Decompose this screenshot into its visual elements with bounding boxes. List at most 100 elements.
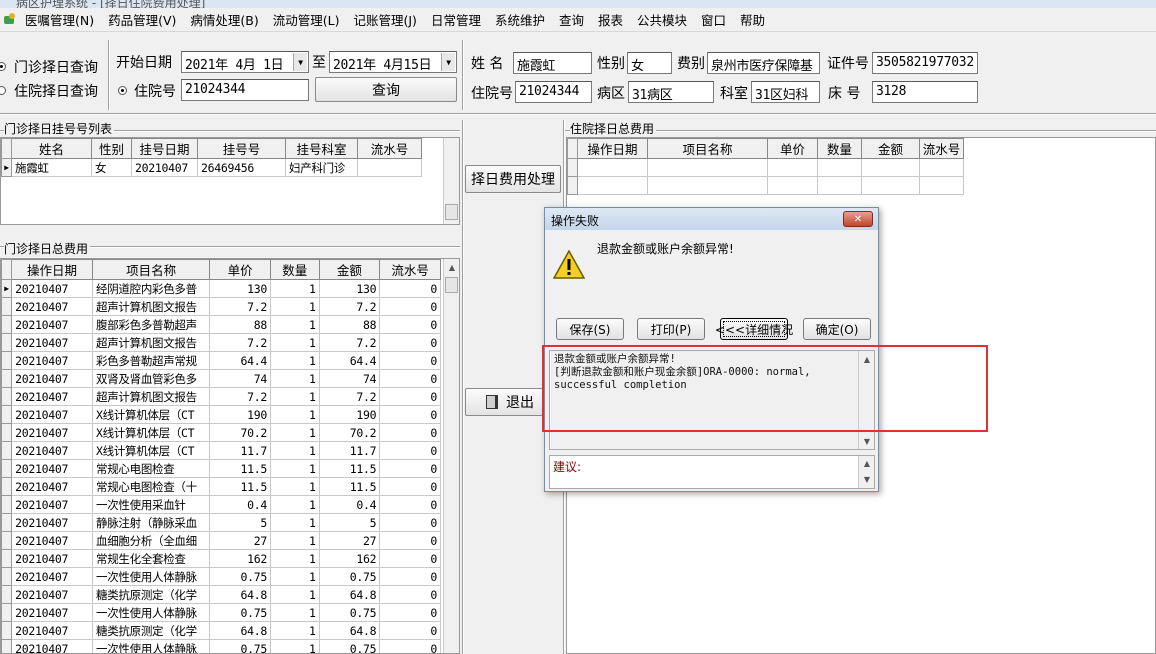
- cell[interactable]: 11.5: [318, 459, 381, 478]
- column-header[interactable]: 单价: [209, 259, 272, 280]
- scroll-up-icon[interactable]: ▲: [859, 456, 874, 470]
- cell[interactable]: 0.75: [318, 567, 381, 586]
- cell[interactable]: 双肾及肾血管彩色多: [92, 369, 211, 388]
- cell[interactable]: 一次性使用人体静脉: [92, 603, 211, 622]
- table-row[interactable]: 20210407 常规心电图检查 11.5 1 11.5 0: [1, 459, 441, 478]
- scroll-thumb[interactable]: [445, 277, 458, 293]
- column-header[interactable]: 操作日期: [577, 138, 648, 159]
- cell[interactable]: 88: [318, 315, 381, 334]
- cell[interactable]: 7.2: [318, 387, 381, 406]
- scroll-thumb[interactable]: [445, 204, 458, 220]
- table-row[interactable]: 20210407 X线计算机体层（CT 70.2 1 70.2 0: [1, 423, 441, 442]
- cell[interactable]: 11.5: [318, 477, 381, 496]
- cell[interactable]: 1: [270, 567, 320, 586]
- cell[interactable]: 64.8: [209, 621, 272, 640]
- inpatient-no-input[interactable]: 21024344: [181, 79, 309, 101]
- cell[interactable]: 1: [270, 351, 320, 370]
- table-row[interactable]: 20210407 常规生化全套检查 162 1 162 0: [1, 549, 441, 568]
- cell[interactable]: 162: [318, 549, 381, 568]
- cell[interactable]: 超声计算机图文报告: [92, 297, 211, 316]
- cell[interactable]: 1: [270, 621, 320, 640]
- menu-billing[interactable]: 记账管理(J): [346, 10, 423, 29]
- table-row[interactable]: ▶ 施霞虹 女 20210407 26469456 妇产科门诊: [1, 158, 422, 177]
- cell[interactable]: 0.75: [318, 639, 381, 653]
- cell[interactable]: 0.4: [209, 495, 272, 514]
- cell[interactable]: 70.2: [318, 423, 381, 442]
- table-row[interactable]: 20210407 一次性使用人体静脉 0.75 1 0.75 0: [1, 567, 441, 586]
- cell[interactable]: 20210407: [11, 423, 94, 442]
- cell[interactable]: 20210407: [11, 549, 94, 568]
- cell[interactable]: 7.2: [209, 387, 272, 406]
- column-header[interactable]: 单价: [767, 138, 818, 159]
- cell[interactable]: 20210407: [11, 297, 94, 316]
- cell[interactable]: 27: [209, 531, 272, 550]
- cell[interactable]: 静脉注射（静脉采血: [92, 513, 211, 532]
- cell[interactable]: 1: [270, 549, 320, 568]
- cell[interactable]: 11.7: [209, 441, 272, 460]
- cell[interactable]: X线计算机体层（CT: [92, 423, 211, 442]
- cell[interactable]: 0: [379, 477, 441, 496]
- cell[interactable]: 1: [270, 333, 320, 352]
- column-header[interactable]: 操作日期: [11, 259, 94, 280]
- cell[interactable]: 0: [379, 423, 441, 442]
- cell[interactable]: 5: [209, 513, 272, 532]
- menu-daily[interactable]: 日常管理: [424, 10, 488, 29]
- menu-window[interactable]: 窗口: [694, 10, 733, 29]
- print-button[interactable]: 打印(P): [637, 318, 705, 340]
- cell[interactable]: 1: [270, 387, 320, 406]
- table-row[interactable]: 20210407 一次性使用人体静脉 0.75 1 0.75 0: [1, 639, 441, 653]
- dialog-title-bar[interactable]: 操作失败: [545, 208, 878, 230]
- scroll-down-icon[interactable]: ▼: [859, 433, 874, 449]
- cell[interactable]: 20210407: [11, 567, 94, 586]
- table-row[interactable]: 20210407 超声计算机图文报告 7.2 1 7.2 0: [1, 387, 441, 406]
- cell[interactable]: 64.8: [209, 585, 272, 604]
- cell[interactable]: 一次性使用人体静脉: [92, 567, 211, 586]
- chevron-down-icon[interactable]: ▼: [293, 53, 307, 71]
- cell[interactable]: 1: [270, 279, 320, 298]
- cell[interactable]: 74: [209, 369, 272, 388]
- cell[interactable]: 女: [91, 158, 132, 177]
- column-header[interactable]: 流水号: [919, 138, 964, 159]
- suggestion-scrollbar[interactable]: ▲ ▼: [858, 456, 874, 488]
- cell[interactable]: 0.75: [209, 639, 272, 653]
- cell[interactable]: 1: [270, 315, 320, 334]
- cell[interactable]: 1: [270, 423, 320, 442]
- cell[interactable]: [357, 158, 422, 177]
- cell[interactable]: 64.8: [318, 585, 381, 604]
- table-row[interactable]: 20210407 彩色多普勒超声常规 64.4 1 64.4 0: [1, 351, 441, 370]
- menu-drug[interactable]: 药品管理(V): [101, 10, 183, 29]
- cell[interactable]: 0.75: [209, 603, 272, 622]
- table-row[interactable]: 20210407 X线计算机体层（CT 11.7 1 11.7 0: [1, 441, 441, 460]
- menu-query[interactable]: 查询: [552, 10, 591, 29]
- cell[interactable]: 彩色多普勒超声常规: [92, 351, 211, 370]
- cell[interactable]: 11.5: [209, 459, 272, 478]
- cell[interactable]: 0.4: [318, 495, 381, 514]
- cell[interactable]: 0: [379, 315, 441, 334]
- cell[interactable]: 一次性使用人体静脉: [92, 639, 211, 653]
- cell[interactable]: 1: [270, 585, 320, 604]
- cell[interactable]: 190: [209, 405, 272, 424]
- table-row[interactable]: 20210407 静脉注射（静脉采血 5 1 5 0: [1, 513, 441, 532]
- cell[interactable]: 1: [270, 369, 320, 388]
- cell[interactable]: 常规心电图检查（十: [92, 477, 211, 496]
- cell[interactable]: 74: [318, 369, 381, 388]
- cell[interactable]: 7.2: [318, 297, 381, 316]
- table-row[interactable]: 20210407 X线计算机体层（CT 190 1 190 0: [1, 405, 441, 424]
- cell[interactable]: 0: [379, 639, 441, 653]
- cell[interactable]: 20210407: [11, 369, 94, 388]
- column-header[interactable]: 项目名称: [92, 259, 211, 280]
- column-header[interactable]: 项目名称: [647, 138, 768, 159]
- cell[interactable]: 64.8: [318, 621, 381, 640]
- cell[interactable]: 20210407: [11, 531, 94, 550]
- table-row[interactable]: 20210407 双肾及肾血管彩色多 74 1 74 0: [1, 369, 441, 388]
- cell[interactable]: 0: [379, 351, 441, 370]
- table-row[interactable]: 20210407 糖类抗原测定（化学 64.8 1 64.8 0: [1, 585, 441, 604]
- cell[interactable]: 20210407: [11, 459, 94, 478]
- cell[interactable]: 70.2: [209, 423, 272, 442]
- cell[interactable]: 0: [379, 297, 441, 316]
- menu-system[interactable]: 系统维护: [488, 10, 552, 29]
- cell[interactable]: 130: [318, 279, 381, 298]
- cell[interactable]: 0: [379, 495, 441, 514]
- cell[interactable]: 0: [379, 333, 441, 352]
- cell[interactable]: 20210407: [11, 441, 94, 460]
